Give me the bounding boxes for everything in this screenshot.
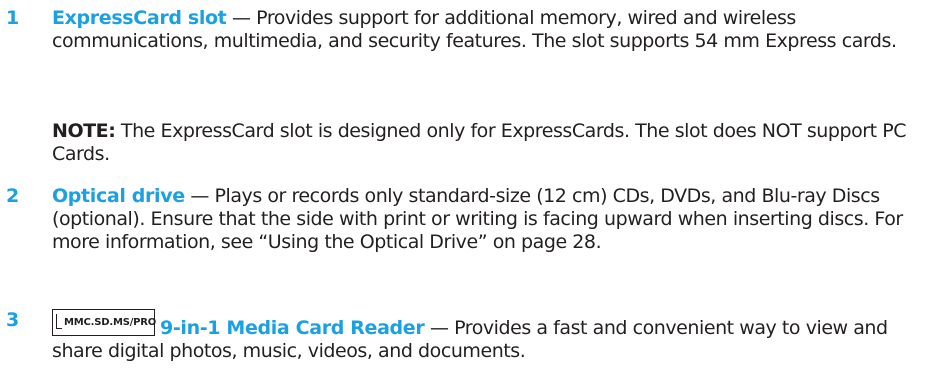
card-icon-label: MMC.SD.MS/PRO [64,317,157,328]
item-description: ExpressCard slot — Provides support for … [52,7,940,53]
media-card-reader-icon: MMC.SD.MS/PRO [52,309,157,336]
item-description: Optical drive — Plays or records only st… [52,185,940,254]
item-number: 1 [6,7,19,29]
item-number: 3 [6,309,19,331]
card-notch-shape [56,314,62,329]
manual-page: 1 ExpressCard slot — Provides support fo… [0,0,942,369]
item-description: MMC.SD.MS/PRO 9-in-1 Media Card Reader — … [52,309,940,363]
note-paragraph: NOTE: The ExpressCard slot is designed o… [52,120,940,166]
item-term: ExpressCard slot [52,7,227,29]
note-text: The ExpressCard slot is designed only fo… [52,120,907,165]
item-number: 2 [6,185,19,207]
item-term: 9-in-1 Media Card Reader [160,317,425,339]
note-label: NOTE: [52,120,116,142]
item-term: Optical drive [52,185,185,207]
